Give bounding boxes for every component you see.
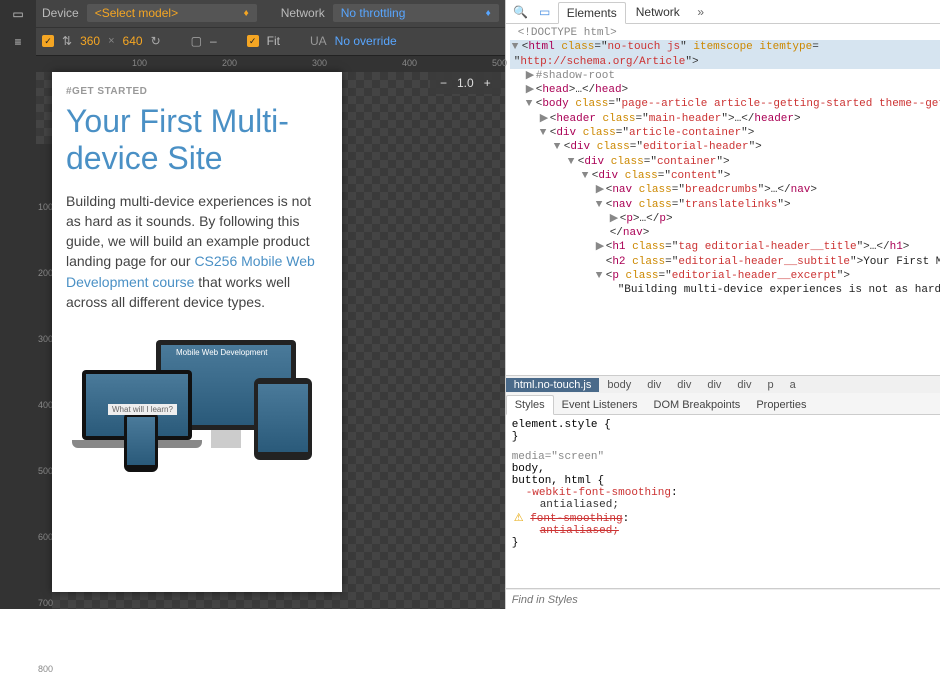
tab-network[interactable]: Network: [628, 2, 688, 22]
page-kicker: #GET STARTED: [66, 86, 328, 97]
zoom-control: − 1.0 +: [430, 72, 501, 94]
crumb-body[interactable]: body: [599, 378, 639, 392]
screenshot-icon[interactable]: ▢: [191, 34, 202, 48]
emulated-page[interactable]: #GET STARTED Your First Multi-device Sit…: [52, 72, 342, 592]
vertical-ruler: 100 200 300 400 500 600 700 800: [36, 144, 52, 609]
warning-icon: ⚠: [514, 513, 524, 525]
subtab-styles[interactable]: Styles: [506, 395, 554, 415]
swap-dimensions-icon[interactable]: ⇅: [62, 34, 72, 48]
width-value[interactable]: 360: [80, 34, 100, 48]
crumb-div[interactable]: div: [699, 378, 729, 392]
crumb-div[interactable]: div: [729, 378, 759, 392]
network-select[interactable]: No throttling ♦: [333, 4, 499, 22]
p-node[interactable]: ▼<p class="editorial-header__excerpt">: [510, 269, 940, 283]
head-node[interactable]: ▶<head>…</head>: [510, 83, 940, 97]
crumb-html[interactable]: html.no-touch.js: [506, 378, 600, 392]
find-in-styles-input[interactable]: [506, 590, 940, 609]
page-title: Your First Multi-device Site: [66, 103, 328, 177]
device-toggle-icon[interactable]: ▭: [534, 2, 556, 22]
chevron-icon: ♦: [244, 8, 249, 19]
body-node[interactable]: ▼<body class="page--article article--get…: [510, 97, 940, 111]
crumb-div[interactable]: div: [639, 378, 669, 392]
nav-node[interactable]: ▼<nav class="translatelinks">: [510, 198, 940, 212]
doctype-line: <!DOCTYPE html>: [510, 26, 940, 40]
div-node[interactable]: ▼<div class="container">: [510, 155, 940, 169]
fit-checkbox[interactable]: ✓: [247, 35, 259, 47]
header-node[interactable]: ▶<header class="main-header">…</header>: [510, 112, 940, 126]
device-emulation-panel: Device <Select model> ♦ Network No throt…: [36, 0, 505, 609]
devices-icon[interactable]: ▭: [0, 0, 36, 28]
network-label: Network: [281, 6, 325, 20]
p-node[interactable]: ▶<p>…</p>: [510, 212, 940, 226]
nav-node[interactable]: ▶<nav class="breadcrumbs">…</nav>: [510, 183, 940, 197]
page-body: Building multi-device experiences is not…: [66, 191, 328, 313]
zoom-out-button[interactable]: −: [440, 76, 447, 90]
crumb-a[interactable]: a: [782, 378, 804, 392]
devtools-toolbar: 🔍 ▭ Elements Network » ▸≡ ⚙ ◧ ✕: [506, 0, 940, 24]
refresh-icon[interactable]: ↻: [151, 34, 161, 48]
shadow-root-node[interactable]: ▶#shadow-root: [510, 69, 940, 83]
breadcrumb: html.no-touch.js body div div div div p …: [506, 375, 940, 393]
device-select[interactable]: <Select model> ♦: [87, 4, 257, 22]
hero-image: Mobile Web Development What will I learn…: [66, 334, 326, 484]
nav-close[interactable]: </nav>: [510, 226, 940, 240]
device-toolbar: Device <Select model> ♦ Network No throt…: [36, 0, 505, 56]
toggle-icon[interactable]: ≡: [0, 28, 36, 56]
h2-node[interactable]: <h2 class="editorial-header__subtitle">Y…: [510, 255, 940, 269]
zoom-value: 1.0: [457, 76, 474, 90]
more-tabs-icon[interactable]: »: [690, 2, 712, 22]
filter-bar: [506, 589, 940, 609]
subtab-dom-breakpoints[interactable]: DOM Breakpoints: [646, 396, 749, 414]
div-node[interactable]: ▼<div class="content">: [510, 169, 940, 183]
left-gutter: ▭ ≡: [0, 0, 36, 609]
search-icon[interactable]: 🔍: [510, 2, 532, 22]
chevron-icon: ♦: [486, 8, 491, 19]
zoom-in-button[interactable]: +: [484, 76, 491, 90]
div-node[interactable]: ▼<div class="article-container">: [510, 126, 940, 140]
h1-node[interactable]: ▶<h1 class="tag editorial-header__title"…: [510, 240, 940, 254]
viewport-area: 100 200 300 400 500 600 700 800 − 1.0 + …: [36, 72, 505, 609]
dom-tree[interactable]: <!DOCTYPE html> ▼<html class="no-touch j…: [506, 24, 940, 375]
ua-value[interactable]: No override: [335, 34, 397, 48]
dim-sep: ×: [108, 35, 114, 47]
crumb-p[interactable]: p: [759, 378, 781, 392]
dimensions-checkbox[interactable]: ✓: [42, 35, 54, 47]
ua-label: UA: [310, 34, 327, 48]
crumb-div[interactable]: div: [669, 378, 699, 392]
subtab-event-listeners[interactable]: Event Listeners: [554, 396, 646, 414]
tab-elements[interactable]: Elements: [558, 2, 626, 24]
height-value[interactable]: 640: [123, 34, 143, 48]
device-label: Device: [42, 6, 79, 20]
text-node[interactable]: "Building multi-device experiences is no…: [510, 283, 940, 297]
fit-label: Fit: [267, 34, 280, 48]
screenshot-dash: –: [210, 34, 217, 48]
styles-list[interactable]: element.style { } developers.google.com/…: [506, 415, 940, 553]
styles-tabs: Styles Event Listeners DOM Breakpoints P…: [506, 393, 940, 415]
html-node[interactable]: ▼<html class="no-touch js" itemscope ite…: [510, 40, 940, 54]
styles-area: +▢ ⁝⁝ element.style { } developers.googl…: [506, 415, 940, 589]
subtab-properties[interactable]: Properties: [748, 396, 814, 414]
devtools-panel: 🔍 ▭ Elements Network » ▸≡ ⚙ ◧ ✕ <!DOCTYP…: [505, 0, 940, 609]
div-node[interactable]: ▼<div class="editorial-header">: [510, 140, 940, 154]
horizontal-ruler: 100 200 300 400 500: [36, 56, 505, 72]
